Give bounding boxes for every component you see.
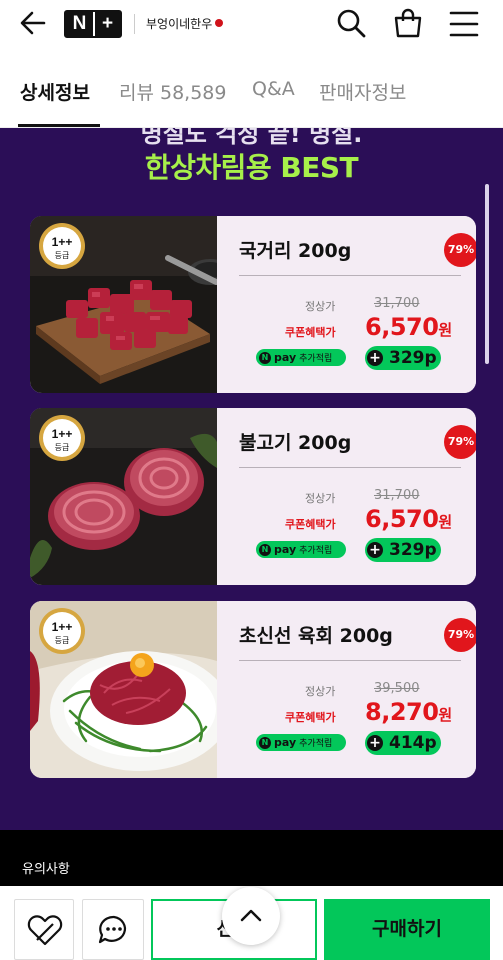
shopping-bag-icon[interactable]: [393, 7, 423, 39]
logo-plus: +: [93, 12, 120, 36]
discount-badge: 79%: [444, 618, 476, 652]
plus-icon: +: [367, 542, 383, 558]
product-info: 초신선 육회 200g 79% 정상가 39,500 쿠폰혜택가 8,270원 …: [217, 601, 476, 778]
grade-badge-icon: 1++ 등급: [39, 223, 85, 269]
grade-badge-bottom: 등급: [55, 636, 70, 645]
points-value: 329p: [389, 348, 437, 368]
tab-qna[interactable]: Q&A: [252, 78, 295, 100]
logo-n: N: [66, 12, 93, 36]
regular-price-label: 정상가: [305, 492, 336, 505]
product-card[interactable]: 1++ 등급 국거리 200g 79% 정상가 31,700 쿠폰혜택가 6,5…: [30, 216, 476, 393]
notice-title: 유의사항: [22, 862, 70, 877]
regular-price: 31,700: [374, 296, 420, 311]
npay-label: pay: [274, 543, 297, 556]
store-name: 부엉이네한우: [146, 16, 213, 31]
product-name: 불고기 200g: [239, 432, 352, 454]
grade-badge-icon: 1++ 등급: [39, 608, 85, 654]
tab-seller-info[interactable]: 판매자정보: [319, 78, 406, 105]
coupon-price-label: 쿠폰혜택가: [285, 326, 336, 339]
scroll-top-button[interactable]: [222, 887, 280, 945]
product-name: 국거리 200g: [239, 240, 352, 262]
buy-button[interactable]: 구매하기: [324, 899, 490, 960]
product-card[interactable]: 1++ 등급 초신선 육회 200g 79% 정상가 39,500 쿠폰혜택가 …: [30, 601, 476, 778]
npay-extra: 추가적립: [299, 739, 333, 749]
store-logo[interactable]: 부엉이네한우: [146, 10, 224, 36]
plus-icon: +: [367, 350, 383, 366]
product-name: 초신선 육회 200g: [239, 625, 393, 647]
back-arrow-icon[interactable]: [18, 8, 48, 38]
coupon-price: 6,570원: [365, 505, 452, 533]
npay-badge: N pay 추가적립: [256, 349, 346, 366]
notice-section: 유의사항: [0, 830, 503, 886]
scroll-up-icon: [240, 909, 262, 922]
points-value: 329p: [389, 540, 437, 560]
info-divider: [239, 275, 461, 276]
info-divider: [239, 660, 461, 661]
npay-badge: N pay 추가적립: [256, 541, 346, 558]
coupon-price-value: 6,570: [365, 313, 439, 341]
grade-badge-bottom: 등급: [55, 251, 70, 260]
price-unit: 원: [438, 706, 452, 724]
regular-price: 31,700: [374, 488, 420, 503]
plus-icon: +: [367, 735, 383, 751]
product-info: 불고기 200g 79% 정상가 31,700 쿠폰혜택가 6,570원 N p…: [217, 408, 476, 585]
coupon-price-label: 쿠폰혜택가: [285, 711, 336, 724]
tab-reviews[interactable]: 리뷰 58,589: [119, 78, 226, 105]
info-divider: [239, 467, 461, 468]
coupon-price-value: 8,270: [365, 698, 439, 726]
menu-icon[interactable]: [449, 10, 479, 38]
coupon-price: 8,270원: [365, 698, 452, 726]
grade-badge-top: 1++: [52, 235, 73, 249]
talk-button[interactable]: [82, 899, 144, 960]
naver-plus-logo[interactable]: N +: [64, 10, 122, 38]
tab-details[interactable]: 상세정보: [20, 78, 90, 105]
grade-badge-icon: 1++ 등급: [39, 415, 85, 461]
discount-badge: 79%: [444, 233, 476, 267]
points-badge: + 414p: [365, 731, 441, 755]
product-card[interactable]: 1++ 등급 불고기 200g 79% 정상가 31,700 쿠폰혜택가 6,5…: [30, 408, 476, 585]
discount-badge: 79%: [444, 425, 476, 459]
npay-extra: 추가적립: [299, 354, 333, 364]
points-badge: + 329p: [365, 538, 441, 562]
naver-n-icon: N: [259, 351, 271, 364]
top-app-bar: N + 부엉이네한우: [0, 0, 503, 48]
active-tab-indicator: [18, 124, 100, 127]
naver-n-icon: N: [259, 736, 271, 749]
product-info: 국거리 200g 79% 정상가 31,700 쿠폰혜택가 6,570원 N p…: [217, 216, 476, 393]
npay-label: pay: [274, 736, 297, 749]
scrollbar-thumb[interactable]: [485, 184, 489, 364]
detail-content[interactable]: 명절도 걱정 끝! 명절. 한상차림용 BEST 1++ 등급 국거리 200g…: [0, 128, 503, 830]
chat-icon: [98, 915, 126, 944]
grade-badge-top: 1++: [52, 427, 73, 441]
points-value: 414p: [389, 733, 437, 753]
heart-icon: [27, 915, 63, 946]
coupon-price-value: 6,570: [365, 505, 439, 533]
header-divider: [134, 14, 135, 34]
coupon-price-label: 쿠폰혜택가: [285, 518, 336, 531]
npay-label: pay: [274, 351, 297, 364]
product-tabs: 상세정보 리뷰 58,589 Q&A 판매자정보: [0, 56, 503, 128]
price-unit: 원: [438, 321, 452, 339]
grade-badge-top: 1++: [52, 620, 73, 634]
naver-n-icon: N: [259, 543, 271, 556]
npay-extra: 추가적립: [299, 546, 333, 556]
search-icon[interactable]: [336, 8, 366, 38]
grade-badge-bottom: 등급: [55, 443, 70, 452]
store-logo-dot: [215, 19, 224, 27]
points-badge: + 329p: [365, 346, 441, 370]
regular-price-label: 정상가: [305, 300, 336, 313]
coupon-price: 6,570원: [365, 313, 452, 341]
npay-badge: N pay 추가적립: [256, 734, 346, 751]
regular-price-label: 정상가: [305, 685, 336, 698]
price-unit: 원: [438, 513, 452, 531]
section-headline: 한상차림용 BEST: [144, 151, 359, 184]
wishlist-button[interactable]: [14, 899, 74, 960]
regular-price: 39,500: [374, 681, 420, 696]
